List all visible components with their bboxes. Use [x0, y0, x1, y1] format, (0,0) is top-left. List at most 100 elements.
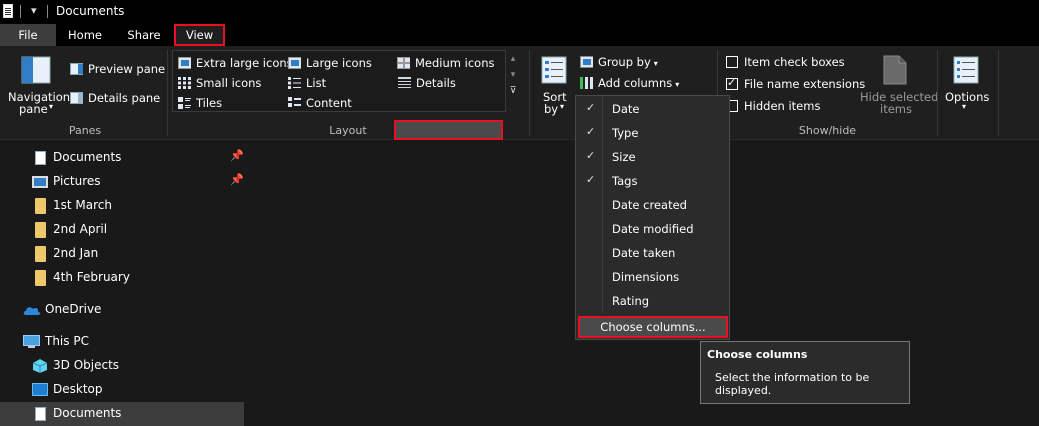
navigation-pane-icon — [21, 56, 51, 84]
menu-item-tags[interactable]: ✓ Tags — [576, 169, 729, 193]
small-icons-label: Small icons — [196, 76, 262, 90]
nav-item-label: Documents — [53, 406, 122, 420]
file-name-extensions-label: File name extensions — [744, 77, 866, 91]
group-by-icon — [580, 56, 593, 68]
large-icons-label: Large icons — [306, 56, 372, 70]
menu-item-date-modified[interactable]: Date modified — [576, 217, 729, 241]
show-hide-group-label: Show/hide — [798, 124, 857, 137]
checkmark-icon: ✓ — [586, 173, 596, 186]
quick-access-dropdown-icon[interactable]: ▾ — [31, 4, 37, 17]
ribbon: Navigation pane ▾ Preview pane Details p… — [0, 46, 1039, 140]
menu-item-label: Tags — [612, 174, 638, 188]
choose-columns-button[interactable]: Choose columns... — [578, 316, 728, 338]
nav-item-desktop[interactable]: Desktop — [0, 378, 244, 402]
pin-icon[interactable]: 📌 — [230, 149, 244, 162]
nav-item-this-pc[interactable]: This PC — [0, 330, 244, 354]
nav-item-1st-march[interactable]: 1st March — [0, 194, 244, 218]
chevron-down-icon: ▾ — [653, 59, 658, 68]
extra-large-icons-label: Extra large icons — [196, 56, 293, 70]
document-icon — [35, 151, 46, 165]
options-button[interactable]: Options ▾ — [942, 52, 992, 118]
list-icon — [288, 77, 301, 89]
sort-by-button[interactable]: Sort by ▾ — [536, 52, 572, 118]
hide-selected-items-button[interactable]: Hide selected items — [858, 52, 938, 118]
desktop-icon — [32, 383, 48, 396]
details-view-label-wrap[interactable]: Details — [398, 76, 456, 90]
scroll-up-icon[interactable]: ▴ — [506, 54, 520, 64]
tab-home[interactable]: Home — [58, 24, 112, 46]
tiles-button[interactable]: Tiles — [178, 96, 222, 110]
menu-item-type[interactable]: ✓ Type — [576, 121, 729, 145]
menu-item-label: Rating — [612, 294, 650, 308]
nav-item-label: 1st March — [53, 198, 112, 212]
item-check-boxes-label: Item check boxes — [744, 55, 845, 69]
menu-item-rating[interactable]: Rating — [576, 289, 729, 313]
nav-item-label: Pictures — [53, 174, 101, 188]
preview-pane-button[interactable]: Preview pane — [70, 62, 165, 76]
menu-item-size[interactable]: ✓ Size — [576, 145, 729, 169]
small-icons-button[interactable]: Small icons — [178, 76, 261, 90]
nav-item-documents[interactable]: Documents — [0, 402, 244, 426]
content-label: Content — [306, 96, 352, 110]
content-icon — [288, 97, 301, 107]
menu-item-label: Date taken — [612, 246, 676, 260]
panes-group-label: Panes — [68, 124, 102, 137]
pin-icon[interactable]: 📌 — [230, 173, 244, 186]
folder-icon — [35, 246, 46, 262]
folder-icon — [35, 222, 46, 238]
pictures-icon — [32, 176, 48, 188]
menu-item-date-created[interactable]: Date created — [576, 193, 729, 217]
list-button[interactable]: List — [288, 76, 326, 90]
menu-item-date-taken[interactable]: Date taken — [576, 241, 729, 265]
navigation-pane-button[interactable]: Navigation pane ▾ — [4, 52, 70, 118]
add-columns-label-wrap[interactable]: Add columns ▾ — [580, 76, 679, 90]
preview-pane-icon — [70, 63, 83, 75]
tooltip-body: Select the information to be displayed. — [715, 371, 870, 397]
ribbon-divider — [937, 50, 938, 136]
scroll-down-icon[interactable]: ▾ — [506, 70, 520, 80]
onedrive-icon — [23, 307, 41, 315]
medium-icons-button[interactable]: Medium icons — [397, 56, 494, 70]
folder-icon — [35, 198, 46, 214]
nav-item-onedrive[interactable]: OneDrive — [0, 298, 244, 322]
file-name-extensions-checkbox[interactable] — [726, 76, 738, 90]
menu-item-dimensions[interactable]: Dimensions — [576, 265, 729, 289]
details-pane-icon — [70, 92, 83, 104]
chevron-down-icon: ▾ — [560, 102, 565, 111]
nav-item-label: OneDrive — [45, 302, 102, 316]
layout-gallery-scroll[interactable]: ▴ ▾ ⊽ — [506, 50, 520, 112]
details-pane-button[interactable]: Details pane — [70, 91, 160, 105]
nav-item-pictures[interactable]: Pictures 📌 — [0, 170, 244, 194]
hidden-items-option[interactable]: Hidden items — [726, 99, 820, 113]
chevron-down-icon: ▾ — [675, 80, 680, 89]
chevron-down-icon: ▾ — [962, 102, 967, 111]
gallery-expand-icon[interactable]: ⊽ — [506, 86, 520, 96]
group-by-button[interactable]: Group by ▾ — [580, 55, 658, 69]
document-app-icon[interactable] — [3, 4, 13, 18]
document-icon — [35, 407, 46, 421]
item-check-boxes-checkbox[interactable] — [726, 56, 738, 68]
tab-file[interactable]: File — [0, 24, 56, 46]
extra-large-icons-icon — [178, 57, 191, 69]
large-icons-button[interactable]: Large icons — [288, 56, 372, 70]
file-name-extensions-option[interactable]: File name extensions — [726, 76, 866, 91]
tab-share[interactable]: Share — [116, 24, 172, 46]
nav-item-documents-quick[interactable]: Documents 📌 — [0, 146, 244, 170]
nav-item-2nd-april[interactable]: 2nd April — [0, 218, 244, 242]
menu-item-date[interactable]: ✓ Date — [576, 97, 729, 121]
nav-item-3d-objects[interactable]: 3D Objects — [0, 354, 244, 378]
tab-view[interactable]: View — [174, 24, 225, 46]
nav-item-label: 3D Objects — [53, 358, 120, 372]
details-icon — [398, 77, 411, 88]
nav-item-2nd-jan[interactable]: 2nd Jan — [0, 242, 244, 266]
navigation-pane: Documents 📌 Pictures 📌 1st March 2nd Apr… — [0, 141, 247, 426]
nav-item-label: Desktop — [53, 382, 103, 396]
nav-item-4th-february[interactable]: 4th February — [0, 266, 244, 290]
checkmark-icon: ✓ — [586, 101, 596, 114]
item-check-boxes-option[interactable]: Item check boxes — [726, 55, 845, 69]
details-view-button[interactable] — [394, 120, 503, 140]
content-button[interactable]: Content — [288, 96, 352, 110]
extra-large-icons-button[interactable]: Extra large icons — [178, 56, 293, 70]
hidden-items-label: Hidden items — [744, 99, 821, 113]
preview-pane-label: Preview pane — [88, 62, 166, 76]
